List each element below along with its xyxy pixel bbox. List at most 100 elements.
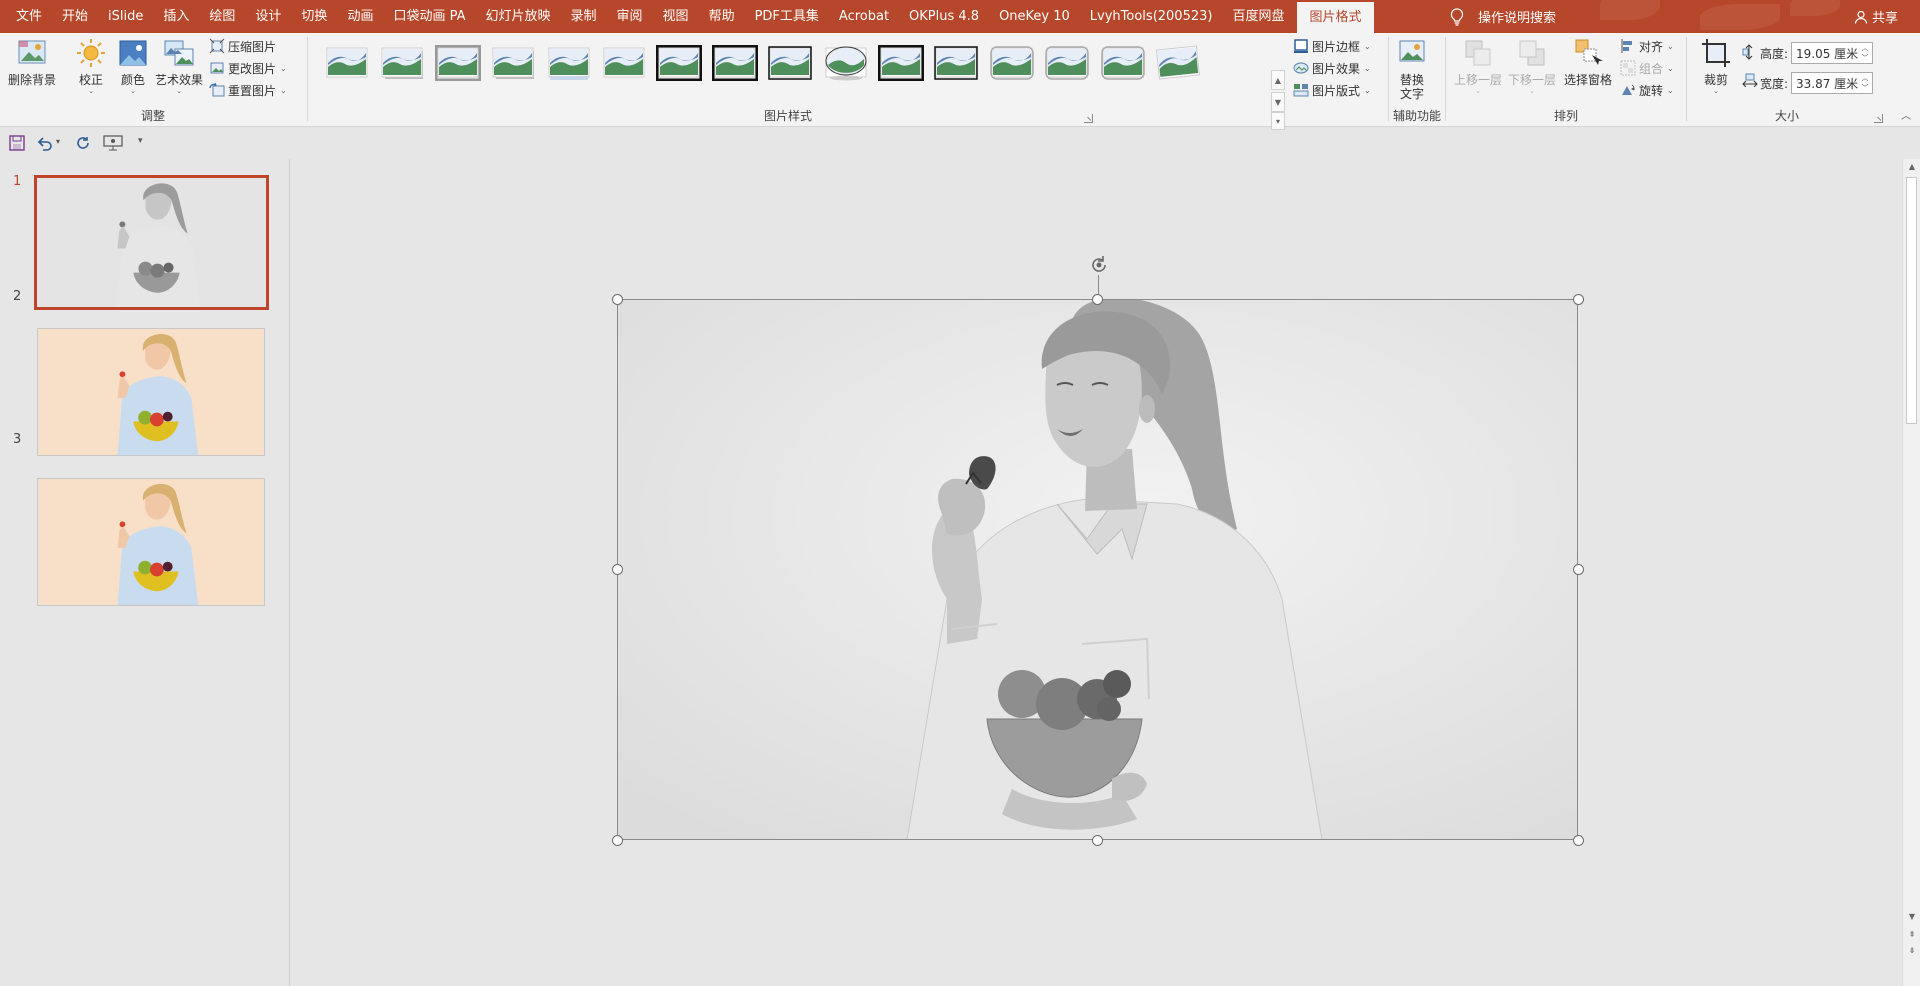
bring-forward-button[interactable]: 上移一层 ⌄ bbox=[1454, 37, 1502, 95]
picture-style-16[interactable] bbox=[1155, 45, 1201, 81]
tab-20[interactable]: 图片格式 bbox=[1297, 2, 1374, 33]
picture-style-preview-icon bbox=[878, 45, 924, 81]
slide-thumbnail-2[interactable] bbox=[37, 328, 265, 456]
picture-style-11[interactable] bbox=[878, 45, 924, 81]
resize-handle-top-left[interactable] bbox=[612, 294, 623, 305]
resize-handle-left[interactable] bbox=[612, 564, 623, 575]
send-backward-button[interactable]: 下移一层 ⌄ bbox=[1508, 37, 1556, 95]
tab-4[interactable]: 绘图 bbox=[202, 0, 242, 33]
tab-11[interactable]: 审阅 bbox=[610, 0, 650, 33]
picture-style-7[interactable] bbox=[656, 45, 703, 81]
redo-icon[interactable] bbox=[74, 134, 92, 152]
accessibility-group: 替换文字 辅助功能 bbox=[1389, 33, 1445, 127]
share-button[interactable]: 共享 bbox=[1854, 0, 1898, 33]
picture-style-12[interactable] bbox=[933, 45, 979, 81]
tell-me-search[interactable]: 操作说明搜索 bbox=[1450, 0, 1556, 33]
resize-handle-bottom[interactable] bbox=[1092, 835, 1103, 846]
rotate-handle-icon[interactable] bbox=[1088, 254, 1110, 276]
sun-icon bbox=[77, 39, 105, 67]
color-button[interactable]: 颜色 ⌄ bbox=[117, 37, 149, 95]
group-objects-button[interactable]: 组合 ⌄ bbox=[1620, 58, 1674, 78]
width-input[interactable]: 33.87 厘米 ︿ ﹀ bbox=[1791, 72, 1873, 94]
picture-effects-label: 图片效果 bbox=[1312, 61, 1361, 76]
slide-thumbnail-3[interactable] bbox=[37, 478, 265, 606]
undo-icon[interactable] bbox=[35, 134, 53, 152]
gallery-more[interactable]: ▾ bbox=[1271, 112, 1285, 130]
save-icon[interactable] bbox=[8, 134, 26, 152]
picture-style-3[interactable] bbox=[434, 45, 481, 81]
scrollbar-thumb[interactable] bbox=[1906, 177, 1917, 424]
tab-7[interactable]: 动画 bbox=[340, 0, 380, 33]
width-spinner[interactable]: ︿ ﹀ bbox=[1860, 73, 1870, 93]
tab-13[interactable]: 帮助 bbox=[702, 0, 742, 33]
remove-background-button[interactable]: 删除背景 bbox=[8, 37, 56, 87]
picture-style-8[interactable] bbox=[711, 45, 758, 81]
reset-picture-button[interactable]: 重置图片 ⌄ bbox=[209, 80, 287, 100]
resize-handle-right[interactable] bbox=[1573, 564, 1584, 575]
tab-3[interactable]: 插入 bbox=[156, 0, 196, 33]
size-dialog-launcher[interactable] bbox=[1874, 114, 1883, 123]
collapse-ribbon-icon[interactable]: ︿ bbox=[1901, 107, 1911, 122]
picture-style-5[interactable] bbox=[546, 45, 592, 81]
resize-handle-bottom-left[interactable] bbox=[612, 835, 623, 846]
tab-19[interactable]: 百度网盘 bbox=[1225, 0, 1291, 33]
picture-style-2[interactable] bbox=[379, 45, 425, 81]
scroll-down-icon[interactable]: ▼ bbox=[1907, 912, 1917, 922]
presentation-icon[interactable] bbox=[102, 134, 124, 152]
decorative-leaf bbox=[1700, 4, 1780, 30]
tab-6[interactable]: 切换 bbox=[294, 0, 334, 33]
compress-pictures-button[interactable]: 压缩图片 bbox=[209, 36, 276, 56]
tab-15[interactable]: Acrobat bbox=[832, 0, 896, 33]
customize-qat-icon[interactable]: ▾ bbox=[138, 136, 143, 146]
picture-color-icon bbox=[119, 40, 147, 66]
selection-pane-button[interactable]: 选择窗格 bbox=[1564, 37, 1612, 87]
tab-9[interactable]: 幻灯片放映 bbox=[479, 0, 558, 33]
picture-style-14[interactable] bbox=[1044, 45, 1090, 81]
tab-0[interactable]: 文件 bbox=[9, 0, 49, 33]
resize-handle-top-right[interactable] bbox=[1573, 294, 1584, 305]
tab-8[interactable]: 口袋动画 PA bbox=[386, 0, 472, 33]
tab-10[interactable]: 录制 bbox=[564, 0, 604, 33]
vertical-scrollbar[interactable]: ▲ ▼ ⇞ ⇟ bbox=[1902, 159, 1920, 986]
alt-text-button[interactable]: 替换文字 bbox=[1396, 37, 1428, 101]
picture-border-icon bbox=[1294, 39, 1308, 53]
scroll-up-icon[interactable]: ▲ bbox=[1907, 162, 1917, 172]
next-slide-icon[interactable]: ⇟ bbox=[1907, 946, 1917, 956]
resize-handle-bottom-right[interactable] bbox=[1573, 835, 1584, 846]
height-input[interactable]: 19.05 厘米 ︿ ﹀ bbox=[1791, 42, 1873, 64]
picture-effects-button[interactable]: 图片效果 ⌄ bbox=[1293, 58, 1371, 78]
rotate-button[interactable]: 旋转 ⌄ bbox=[1620, 80, 1674, 100]
height-spinner[interactable]: ︿ ﹀ bbox=[1860, 43, 1870, 63]
picture-style-6[interactable] bbox=[601, 45, 647, 81]
selected-picture[interactable] bbox=[617, 299, 1578, 840]
change-picture-button[interactable]: 更改图片 ⌄ bbox=[209, 58, 287, 78]
picture-style-13[interactable] bbox=[989, 45, 1035, 81]
tab-18[interactable]: LvyhTools(200523) bbox=[1083, 0, 1220, 33]
tab-12[interactable]: 视图 bbox=[656, 0, 696, 33]
tab-1[interactable]: 开始 bbox=[55, 0, 95, 33]
crop-button[interactable]: 裁剪 ⌄ bbox=[1700, 37, 1732, 95]
slide-thumbnail-1[interactable] bbox=[34, 175, 269, 310]
previous-slide-icon[interactable]: ⇞ bbox=[1907, 930, 1917, 940]
gallery-scroll-down[interactable]: ▼ bbox=[1271, 92, 1285, 112]
undo-dropdown-icon[interactable]: ▾ bbox=[56, 137, 60, 146]
picture-style-9[interactable] bbox=[767, 45, 813, 81]
gallery-scroll-up[interactable]: ▲ bbox=[1271, 70, 1285, 90]
tab-17[interactable]: OneKey 10 bbox=[992, 0, 1077, 33]
artistic-effects-button[interactable]: 艺术效果 ⌄ bbox=[155, 37, 203, 95]
picture-layout-button[interactable]: 图片版式 ⌄ bbox=[1293, 80, 1371, 100]
resize-handle-top[interactable] bbox=[1092, 294, 1103, 305]
tab-2[interactable]: iSlide bbox=[101, 0, 150, 33]
picture-style-10[interactable] bbox=[823, 45, 869, 81]
align-button[interactable]: 对齐 ⌄ bbox=[1620, 36, 1674, 56]
tab-14[interactable]: PDF工具集 bbox=[748, 0, 826, 33]
tab-16[interactable]: OKPlus 4.8 bbox=[902, 0, 986, 33]
picture-border-button[interactable]: 图片边框 ⌄ bbox=[1293, 36, 1371, 56]
picture-style-1[interactable] bbox=[324, 45, 370, 81]
corrections-button[interactable]: 校正 ⌄ bbox=[75, 37, 107, 95]
picture-styles-dialog-launcher[interactable] bbox=[1084, 114, 1093, 123]
picture-style-4[interactable] bbox=[490, 45, 536, 81]
picture-style-15[interactable] bbox=[1100, 45, 1146, 81]
tab-5[interactable]: 设计 bbox=[248, 0, 288, 33]
adjust-group-label: 调整 bbox=[140, 109, 165, 123]
